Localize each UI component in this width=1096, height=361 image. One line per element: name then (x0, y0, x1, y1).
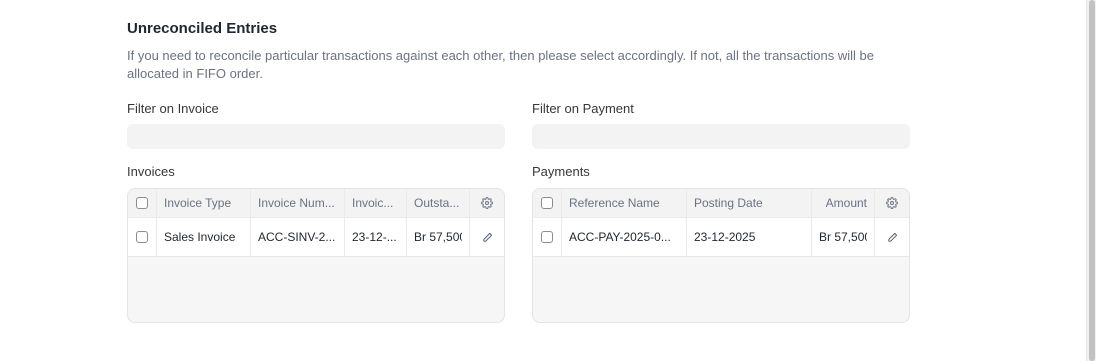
page-scrollbar[interactable] (1086, 0, 1096, 361)
column-header-amount[interactable]: Amount (812, 189, 875, 217)
invoice-filter-label: Filter on Invoice (127, 101, 219, 116)
cell-reference-name[interactable]: ACC-PAY-2025-0... (562, 218, 687, 256)
row-checkbox[interactable] (136, 231, 148, 243)
section-title: Unreconciled Entries (127, 20, 278, 37)
column-header-reference-name[interactable]: Reference Name (562, 189, 687, 217)
payments-table: Reference Name Posting Date Amount ACC-P… (532, 188, 910, 323)
cell-posting-date[interactable]: 23-12-2025 (687, 218, 812, 256)
column-header-invoice-type[interactable]: Invoice Type (157, 189, 251, 217)
pencil-icon[interactable] (887, 232, 898, 243)
column-header-outstanding[interactable]: Outsta... (407, 189, 470, 217)
page: Unreconciled Entries If you need to reco… (0, 0, 1096, 361)
cell-invoice-type[interactable]: Sales Invoice (157, 218, 251, 256)
cell-outstanding[interactable]: Br 57,500 (407, 218, 470, 256)
payments-label: Payments (532, 164, 590, 179)
select-all-invoices-cell (128, 189, 157, 217)
cell-invoice-date[interactable]: 23-12-... (345, 218, 407, 256)
gear-icon[interactable] (886, 197, 898, 209)
invoice-filter-input[interactable] (127, 124, 505, 149)
select-all-payments-cell (533, 189, 562, 217)
table-row[interactable]: ACC-PAY-2025-0... 23-12-2025 Br 57,500 (533, 218, 909, 257)
select-all-invoices-checkbox[interactable] (136, 197, 148, 209)
payments-table-header: Reference Name Posting Date Amount (533, 189, 909, 218)
pencil-icon[interactable] (482, 232, 493, 243)
invoices-label: Invoices (127, 164, 175, 179)
table-row[interactable]: Sales Invoice ACC-SINV-2... 23-12-... Br… (128, 218, 504, 257)
row-checkbox[interactable] (541, 231, 553, 243)
column-header-invoice-number[interactable]: Invoice Num... (251, 189, 345, 217)
scrollbar-thumb[interactable] (1089, 0, 1095, 361)
row-select-cell (128, 218, 157, 256)
payment-filter-input[interactable] (532, 124, 910, 149)
cell-amount[interactable]: Br 57,500 (812, 218, 875, 256)
row-edit-cell (875, 218, 909, 256)
payments-column-settings-cell (875, 189, 909, 217)
cell-invoice-number[interactable]: ACC-SINV-2... (251, 218, 345, 256)
gear-icon[interactable] (481, 197, 493, 209)
section-description: If you need to reconcile particular tran… (127, 48, 874, 81)
invoices-table: Invoice Type Invoice Num... Invoic... Ou… (127, 188, 505, 323)
column-header-invoice-date[interactable]: Invoic... (345, 189, 407, 217)
row-select-cell (533, 218, 562, 256)
select-all-payments-checkbox[interactable] (541, 197, 553, 209)
invoices-column-settings-cell (470, 189, 504, 217)
column-header-posting-date[interactable]: Posting Date (687, 189, 812, 217)
invoices-table-header: Invoice Type Invoice Num... Invoic... Ou… (128, 189, 504, 218)
payment-filter-label: Filter on Payment (532, 101, 634, 116)
row-edit-cell (470, 218, 504, 256)
